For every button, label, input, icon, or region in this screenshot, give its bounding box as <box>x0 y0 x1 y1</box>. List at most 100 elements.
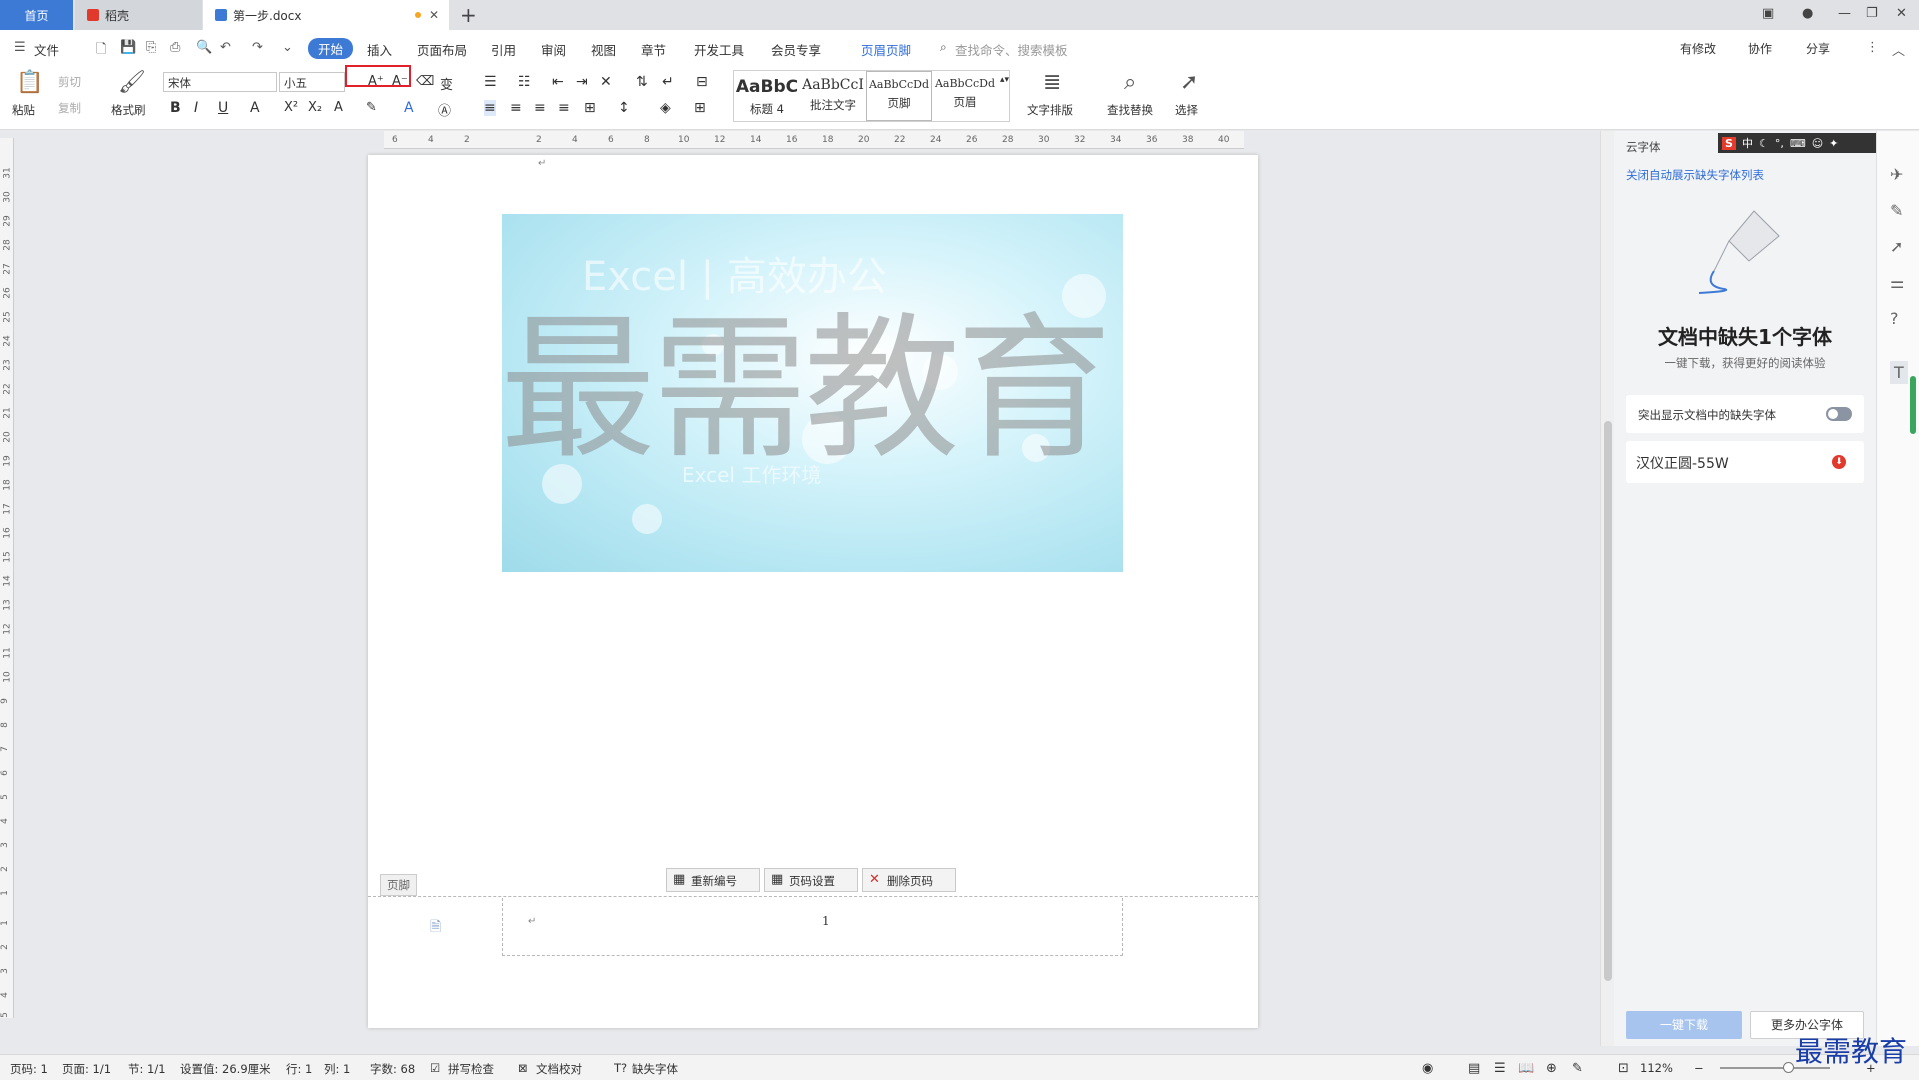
ime-keyboard-icon[interactable]: ⌨ <box>1790 137 1806 150</box>
menu-developer[interactable]: 开发工具 <box>694 40 744 59</box>
superscript-icon[interactable]: X² <box>284 100 298 115</box>
spell-check-icon[interactable]: ☑ <box>430 1061 440 1075</box>
numbering-icon[interactable]: ☷ <box>518 74 531 90</box>
show-marks-icon[interactable]: ↵ <box>662 74 674 90</box>
save-icon[interactable]: 💾 <box>120 40 136 55</box>
tab-stops-icon[interactable]: ⊟ <box>696 74 708 90</box>
menu-view[interactable]: 视图 <box>591 40 616 59</box>
redo-icon[interactable]: ↷ <box>252 40 263 55</box>
char-border-icon[interactable]: Ⓐ <box>438 100 451 119</box>
borders-icon[interactable]: ⊞ <box>694 100 706 116</box>
align-left-icon[interactable]: ≡ <box>484 100 496 116</box>
new-doc-icon[interactable]: 🗋 <box>96 40 106 62</box>
menu-file[interactable]: 文件 <box>34 40 59 59</box>
footer-edit-region[interactable] <box>502 898 1123 956</box>
delete-page-number-button[interactable]: ✕ 删除页码 <box>862 868 956 892</box>
status-page-code[interactable]: 页码: 1 <box>10 1061 48 1077</box>
ime-lang[interactable]: 中 <box>1742 135 1753 151</box>
command-search-input[interactable]: 查找命令、搜索模板 <box>955 40 1068 59</box>
hamburger-icon[interactable]: ☰ <box>14 40 26 55</box>
bold-icon[interactable]: B <box>170 100 181 116</box>
status-section[interactable]: 节: 1/1 <box>128 1061 166 1077</box>
menu-insert[interactable]: 插入 <box>367 40 392 59</box>
reading-view-icon[interactable]: 📖 <box>1518 1061 1534 1076</box>
download-all-button[interactable]: 一键下载 <box>1626 1011 1742 1039</box>
missing-font-icon[interactable]: T? <box>614 1061 627 1075</box>
ime-moon-icon[interactable]: ☾ <box>1759 137 1769 150</box>
find-replace-icon[interactable]: ⌕ <box>1124 70 1136 95</box>
web-view-icon[interactable]: ⊕ <box>1546 1061 1557 1076</box>
proofread-button[interactable]: 文档校对 <box>536 1061 582 1077</box>
window-layout-icon[interactable]: ▣ <box>1762 6 1774 21</box>
proofread-icon[interactable]: ⊠ <box>518 1061 528 1075</box>
style-footer[interactable]: AaBbCcDd 页脚 <box>866 71 932 121</box>
font-t-icon[interactable]: T <box>1890 361 1908 384</box>
format-painter-icon[interactable]: 🖌 <box>118 70 146 95</box>
paste-button[interactable]: 粘贴 <box>12 102 35 118</box>
status-setting[interactable]: 设置值: 26.9厘米 <box>180 1061 271 1077</box>
strikethrough-icon[interactable]: A <box>250 100 260 116</box>
select-button[interactable]: 选择 <box>1175 102 1198 118</box>
minimize-icon[interactable]: — <box>1838 6 1851 21</box>
text-layout-icon[interactable]: ≣ <box>1043 70 1061 95</box>
chinese-layout-icon[interactable]: ✕ <box>600 74 612 90</box>
panel-title[interactable]: 云字体 <box>1626 139 1661 155</box>
quick-more-icon[interactable]: ⌄ <box>282 40 293 55</box>
eye-protection-icon[interactable]: ◉ <box>1422 1061 1433 1076</box>
new-tab-button[interactable]: + <box>460 3 477 27</box>
collaborate-button[interactable]: 协作 <box>1748 40 1772 57</box>
menu-review[interactable]: 审阅 <box>541 40 566 59</box>
write-view-icon[interactable]: ✎ <box>1572 1061 1583 1076</box>
close-window-icon[interactable]: ✕ <box>1896 6 1907 21</box>
status-pages[interactable]: 页面: 1/1 <box>62 1061 111 1077</box>
style-header[interactable]: AaBbCcDd 页眉 <box>932 71 998 110</box>
tab-home[interactable]: 首页 <box>0 0 73 30</box>
avatar[interactable]: ● <box>1802 6 1813 21</box>
close-tab-icon[interactable]: ✕ <box>429 8 439 22</box>
clear-format-icon[interactable]: ⌫ <box>416 74 434 89</box>
shading-icon[interactable]: ◈ <box>660 100 671 116</box>
scroll-thumb[interactable] <box>1604 421 1612 981</box>
font-color-icon[interactable]: A <box>404 100 414 116</box>
page-number-settings-button[interactable]: ▦ 页码设置 <box>764 868 858 892</box>
print-icon[interactable]: ⎙ <box>170 40 180 55</box>
outdent-icon[interactable]: ⇤ <box>552 74 564 90</box>
text-effect-icon[interactable]: A <box>334 100 343 115</box>
fit-page-icon[interactable]: ⊡ <box>1618 1061 1629 1076</box>
menu-page-layout[interactable]: 页面布局 <box>417 40 467 59</box>
phonetic-icon[interactable]: 变 <box>440 74 453 93</box>
align-right-icon[interactable]: ≡ <box>534 100 546 116</box>
menu-header-footer[interactable]: 页眉页脚 <box>861 40 911 59</box>
vertical-scrollbar[interactable] <box>1600 131 1614 1046</box>
align-center-icon[interactable]: ≡ <box>510 100 522 116</box>
style-heading4[interactable]: AaBbC 标题 4 <box>734 71 800 117</box>
share-button[interactable]: 分享 <box>1806 40 1830 57</box>
style-comment-text[interactable]: AaBbCcI 批注文字 <box>800 71 866 113</box>
missing-font-button[interactable]: 缺失字体 <box>632 1061 678 1077</box>
select-cursor-icon[interactable]: ➚ <box>1180 70 1198 95</box>
format-painter-button[interactable]: 格式刷 <box>111 102 146 118</box>
find-replace-button[interactable]: 查找替换 <box>1107 102 1153 118</box>
rocket-icon[interactable]: ✈ <box>1890 165 1903 184</box>
paste-icon[interactable]: 📋 <box>16 70 43 95</box>
font-name-select[interactable]: 宋体 <box>163 72 277 92</box>
subscript-icon[interactable]: X₂ <box>308 100 322 115</box>
renumber-button[interactable]: ▦ 重新编号 <box>666 868 760 892</box>
ime-punct-icon[interactable]: °, <box>1775 137 1784 150</box>
zoom-out-icon[interactable]: − <box>1694 1061 1704 1075</box>
menu-chapter[interactable]: 章节 <box>641 40 666 59</box>
text-layout-button[interactable]: 文字排版 <box>1027 102 1073 118</box>
menu-home[interactable]: 开始 <box>308 38 354 59</box>
italic-icon[interactable]: I <box>194 100 198 116</box>
collapse-ribbon-icon[interactable]: ︿ <box>1892 40 1905 59</box>
undo-icon[interactable]: ↶ <box>220 40 231 55</box>
page-view-icon[interactable]: ▤ <box>1468 1061 1480 1076</box>
bullets-icon[interactable]: ☰ <box>484 74 497 90</box>
pen-icon[interactable]: ✎ <box>1890 201 1903 220</box>
tab-document[interactable]: 第一步.docx ✕ <box>203 0 449 30</box>
help-icon[interactable]: ? <box>1890 309 1899 328</box>
spell-check-button[interactable]: 拼写检查 <box>448 1061 494 1077</box>
cut-button[interactable]: 剪切 <box>58 74 81 90</box>
ime-user-icon[interactable]: ☺ <box>1812 137 1823 150</box>
export-icon[interactable]: ⎘ <box>146 40 156 55</box>
